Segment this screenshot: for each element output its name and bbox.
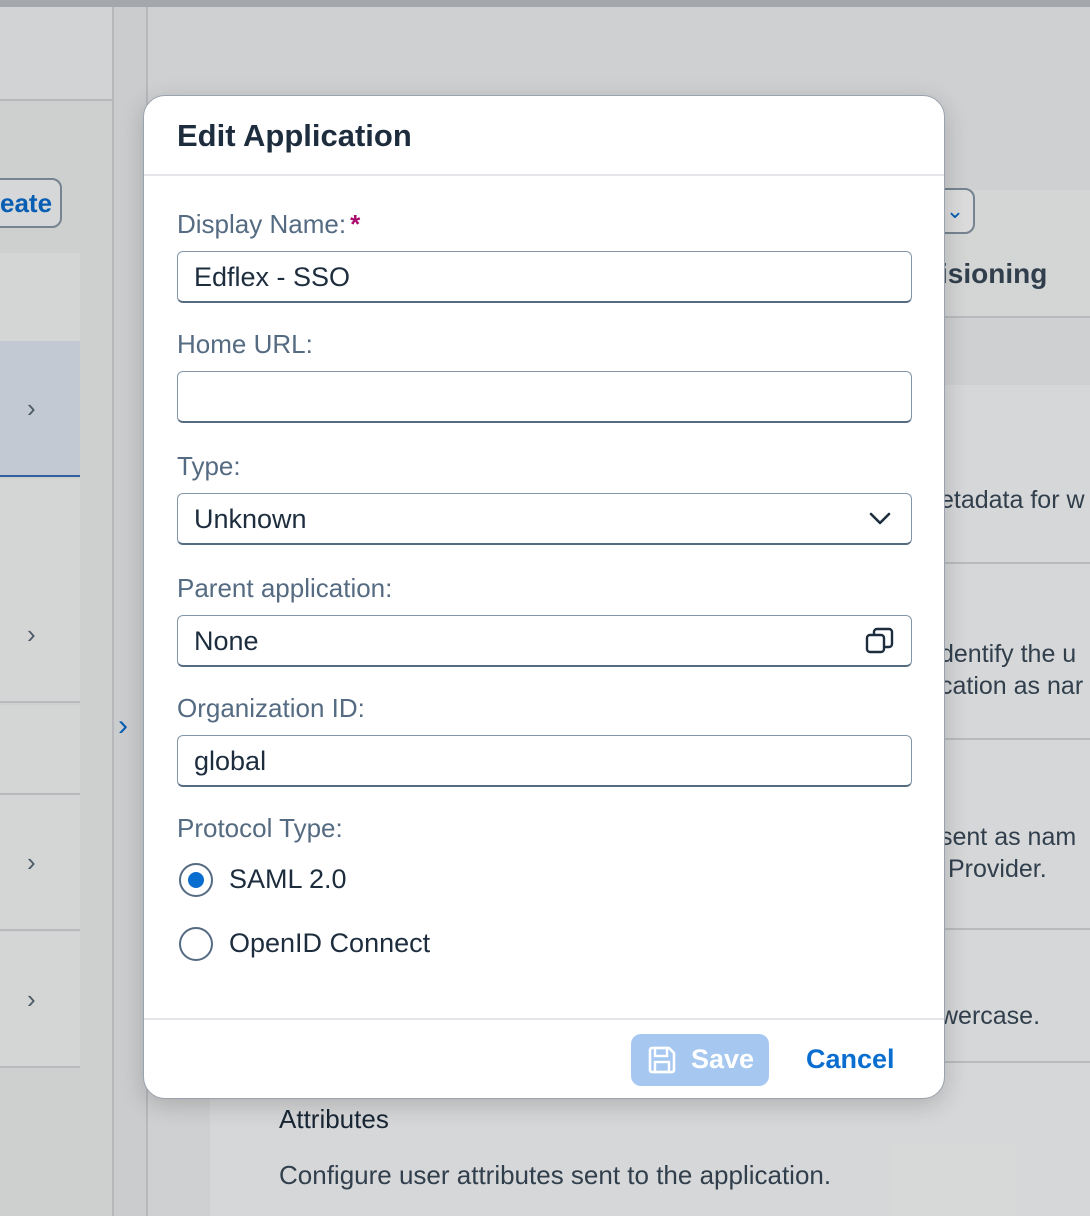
parent-application-label: Parent application: — [177, 573, 393, 603]
dialog-footer: Save Cancel — [144, 1018, 944, 1098]
home-url-input[interactable] — [177, 371, 912, 423]
dialog-header: Edit Application — [144, 96, 944, 176]
display-name-input[interactable]: Edflex - SSO — [177, 251, 912, 303]
protocol-option-label: SAML 2.0 — [229, 864, 347, 894]
organization-id-label: Organization ID: — [177, 693, 365, 723]
save-button[interactable]: Save — [631, 1034, 769, 1086]
type-select[interactable]: Unknown — [177, 493, 912, 545]
organization-id-input[interactable]: global — [177, 735, 912, 787]
chevron-down-icon[interactable] — [863, 502, 897, 536]
type-label: Type: — [177, 451, 241, 481]
value-help-icon[interactable] — [863, 624, 897, 658]
save-icon — [648, 1046, 676, 1074]
parent-application-value: None — [194, 626, 259, 656]
home-url-label: Home URL: — [177, 329, 313, 359]
dialog-title: Edit Application — [177, 118, 412, 153]
edit-application-dialog: Edit Application Display Name: * Edflex -… — [143, 95, 945, 1099]
organization-id-value: global — [194, 746, 267, 776]
save-button-label: Save — [691, 1044, 755, 1074]
display-name-label-text: Display Name: — [177, 209, 347, 239]
cancel-button[interactable]: Cancel — [806, 1044, 895, 1075]
radio-button[interactable] — [179, 927, 213, 961]
display-name-label: Display Name: * — [177, 209, 360, 240]
required-marker: * — [350, 209, 361, 239]
display-name-value: Edflex - SSO — [194, 262, 351, 292]
type-value: Unknown — [194, 504, 307, 534]
parent-application-input[interactable]: None — [177, 615, 912, 667]
radio-button-selected[interactable] — [179, 863, 213, 897]
protocol-type-label: Protocol Type: — [177, 813, 343, 843]
protocol-option-label: OpenID Connect — [229, 928, 431, 958]
